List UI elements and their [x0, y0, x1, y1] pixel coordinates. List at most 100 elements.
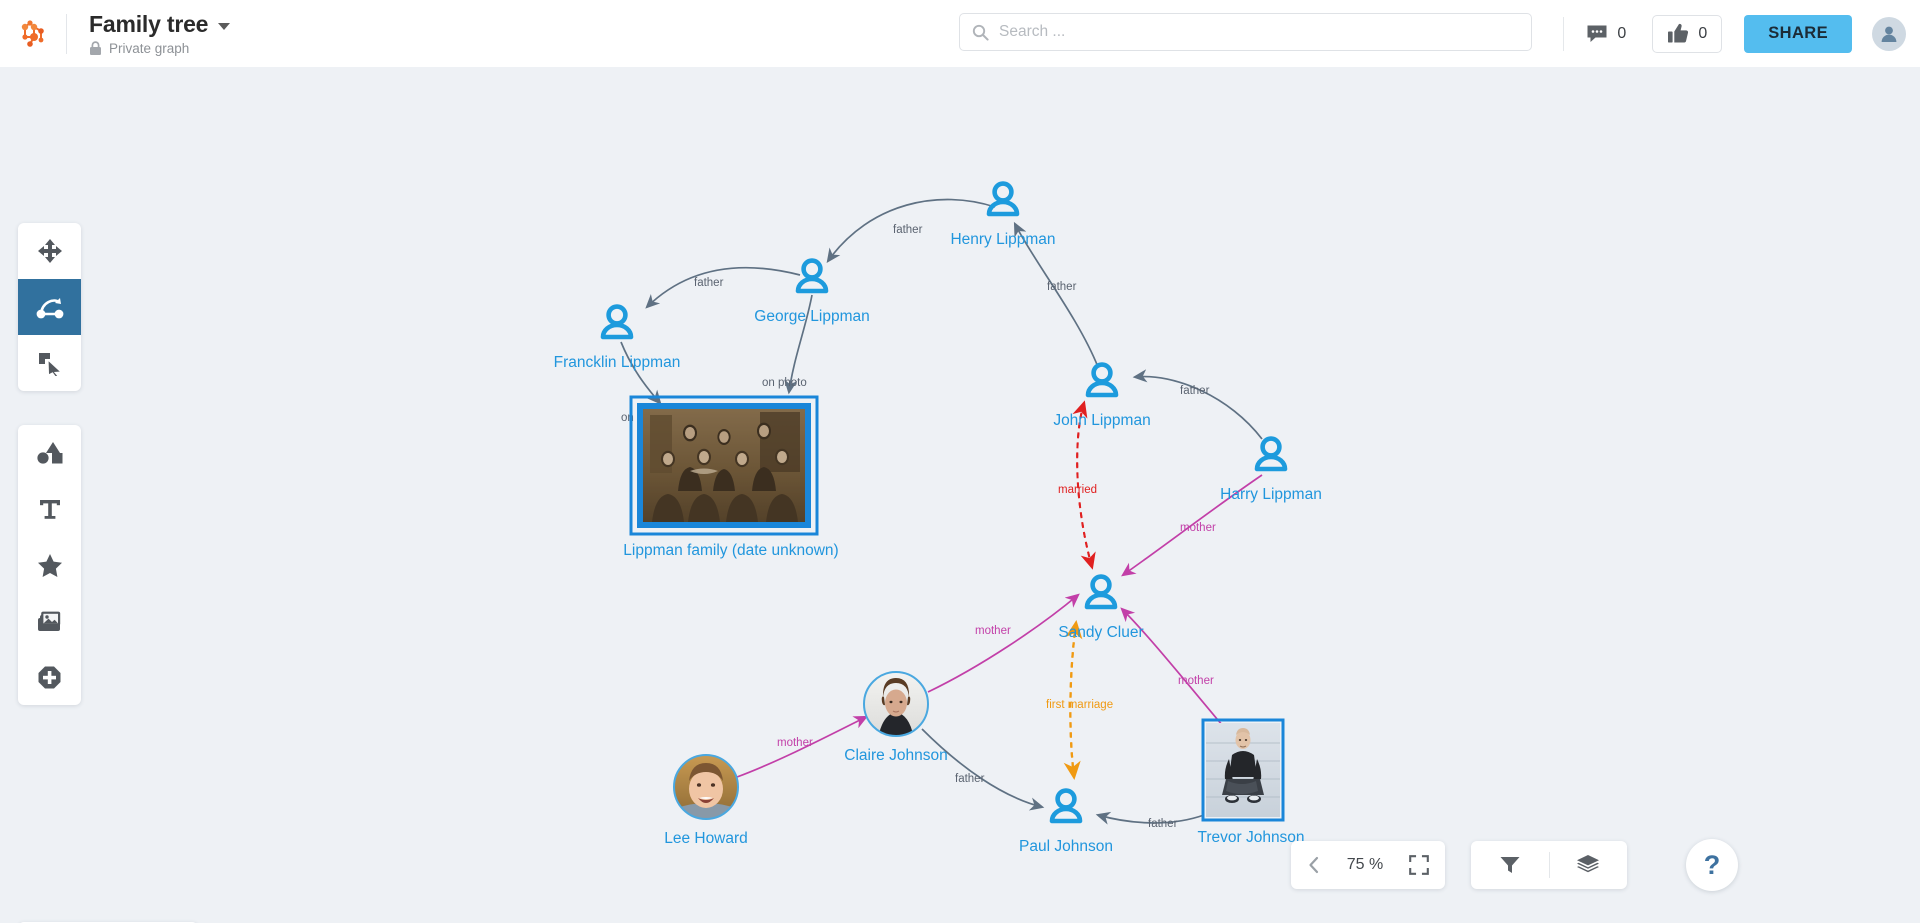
graph-logo-icon: [21, 19, 44, 47]
page-title: Family tree: [89, 11, 209, 37]
fit-screen-icon: [1409, 855, 1429, 875]
node-label: Lee Howard: [664, 830, 748, 847]
layers-button[interactable]: [1550, 841, 1628, 889]
shapes-tool[interactable]: [18, 425, 81, 481]
share-button[interactable]: SHARE: [1744, 14, 1852, 53]
chevron-left-icon: [1309, 856, 1319, 874]
header-actions: 0 0 SHARE: [1549, 0, 1920, 67]
canvas-tools-panel: [1471, 841, 1627, 889]
edge-label: mother: [777, 737, 813, 749]
edge-label: on photo: [762, 377, 807, 389]
person-icon: [1049, 788, 1083, 824]
node-trevor-johnson[interactable]: Trevor Johnson: [1197, 718, 1305, 846]
graph-svg: father father father father on photo on …: [554, 181, 1322, 855]
zoom-level[interactable]: 75 %: [1337, 856, 1393, 874]
node-label: Claire Johnson: [844, 747, 947, 764]
star-icon: [37, 553, 62, 577]
shapes-icon: [36, 442, 62, 464]
app-logo[interactable]: [0, 0, 66, 67]
text-tool[interactable]: [18, 481, 81, 537]
likes-count: 0: [1698, 24, 1708, 42]
edge-sandy-claire[interactable]: mother: [927, 593, 1080, 693]
search-icon: [972, 24, 989, 41]
toolbar-insert: [18, 425, 81, 705]
edge-label: father: [694, 277, 724, 289]
edge-george-francklin[interactable]: father: [645, 266, 801, 309]
edge-harry-john[interactable]: father: [1132, 369, 1263, 440]
edge-label: mother: [1178, 675, 1214, 687]
privacy-row: Private graph: [89, 41, 230, 56]
search-input[interactable]: [999, 23, 1519, 41]
app-header: Family tree Private graph 0: [0, 0, 1920, 67]
comments-count: 0: [1617, 24, 1627, 42]
search-box[interactable]: [959, 13, 1532, 51]
header-actions-divider: [1563, 16, 1565, 51]
avatar[interactable]: [1872, 16, 1906, 51]
comment-icon: [1587, 25, 1607, 42]
edge-label: married: [1058, 484, 1097, 496]
person-icon: [1084, 574, 1118, 610]
graph-canvas[interactable]: father father father father on photo on …: [0, 67, 1920, 923]
node-label: Henry Lippman: [950, 231, 1055, 248]
node-label: John Lippman: [1053, 412, 1150, 429]
edge-claire-paul[interactable]: father: [921, 728, 1045, 811]
user-avatar-icon: [1881, 26, 1897, 42]
node-francklin-lippman[interactable]: Francklin Lippman: [554, 304, 681, 371]
node-label: Trevor Johnson: [1197, 829, 1304, 846]
select-tool[interactable]: [18, 335, 81, 391]
edge-label: mother: [1180, 522, 1216, 534]
node-label: Francklin Lippman: [554, 354, 681, 371]
node-lee-howard[interactable]: Lee Howard: [664, 754, 748, 847]
edge-label: father: [1180, 385, 1210, 397]
node-label: Lippman family (date unknown): [623, 542, 838, 559]
node-label: George Lippman: [754, 308, 869, 325]
node-label: Sandy Cluer: [1058, 624, 1143, 641]
zoom-back-button[interactable]: [1291, 841, 1337, 889]
person-icon: [600, 304, 634, 340]
title-row: Family tree: [89, 11, 231, 38]
node-john-lippman[interactable]: John Lippman: [1053, 362, 1151, 429]
chevron-down-icon[interactable]: [218, 23, 231, 30]
edge-label: father: [955, 773, 985, 785]
fit-screen-button[interactable]: [1393, 841, 1445, 889]
node-label: Paul Johnson: [1019, 838, 1113, 855]
help-button[interactable]: ?: [1686, 839, 1738, 891]
node-claire-johnson[interactable]: Claire Johnson: [844, 671, 948, 764]
privacy-label: Private graph: [109, 41, 190, 56]
text-t-icon: [39, 500, 60, 519]
edge-label: father: [893, 224, 923, 236]
node-paul-johnson[interactable]: Paul Johnson: [1019, 788, 1113, 855]
edge-label: father: [1047, 281, 1077, 293]
filter-button[interactable]: [1471, 841, 1549, 889]
star-tool[interactable]: [18, 537, 81, 593]
node-label: Harry Lippman: [1220, 486, 1322, 503]
lippman-family-image: [643, 409, 805, 522]
likes-button[interactable]: 0: [1652, 14, 1723, 53]
node-link-icon: [36, 298, 63, 319]
move-arrows-icon: [37, 239, 62, 263]
link-tool[interactable]: [18, 279, 81, 335]
toolbar-modes: [18, 223, 81, 391]
image-tool[interactable]: [18, 593, 81, 649]
node-lippman-family-photo[interactable]: Lippman family (date unknown): [623, 395, 839, 559]
selection-cursor-icon: [39, 352, 62, 376]
image-icon: [37, 611, 60, 631]
node-sandy-cluer[interactable]: Sandy Cluer: [1058, 574, 1144, 641]
person-icon: [986, 181, 1020, 217]
edge-label: first marriage: [1046, 699, 1113, 711]
comments-button[interactable]: 0: [1582, 15, 1630, 53]
person-icon: [795, 258, 829, 294]
title-block: Family tree Private graph: [67, 11, 231, 56]
edge-label: father: [1148, 818, 1178, 830]
edge-sandy-paul[interactable]: first marriage: [1046, 619, 1113, 781]
node-harry-lippman[interactable]: Harry Lippman: [1220, 436, 1322, 503]
plus-octagon-icon: [38, 666, 61, 688]
node-henry-lippman[interactable]: Henry Lippman: [950, 181, 1056, 248]
filter-funnel-icon: [1500, 857, 1520, 873]
thumbs-up-icon: [1668, 23, 1689, 43]
lock-icon: [90, 41, 101, 55]
edge-label: mother: [975, 625, 1011, 637]
add-tool[interactable]: [18, 649, 81, 705]
pan-tool[interactable]: [18, 223, 81, 279]
edge-trevor-paul[interactable]: father: [1095, 811, 1205, 830]
